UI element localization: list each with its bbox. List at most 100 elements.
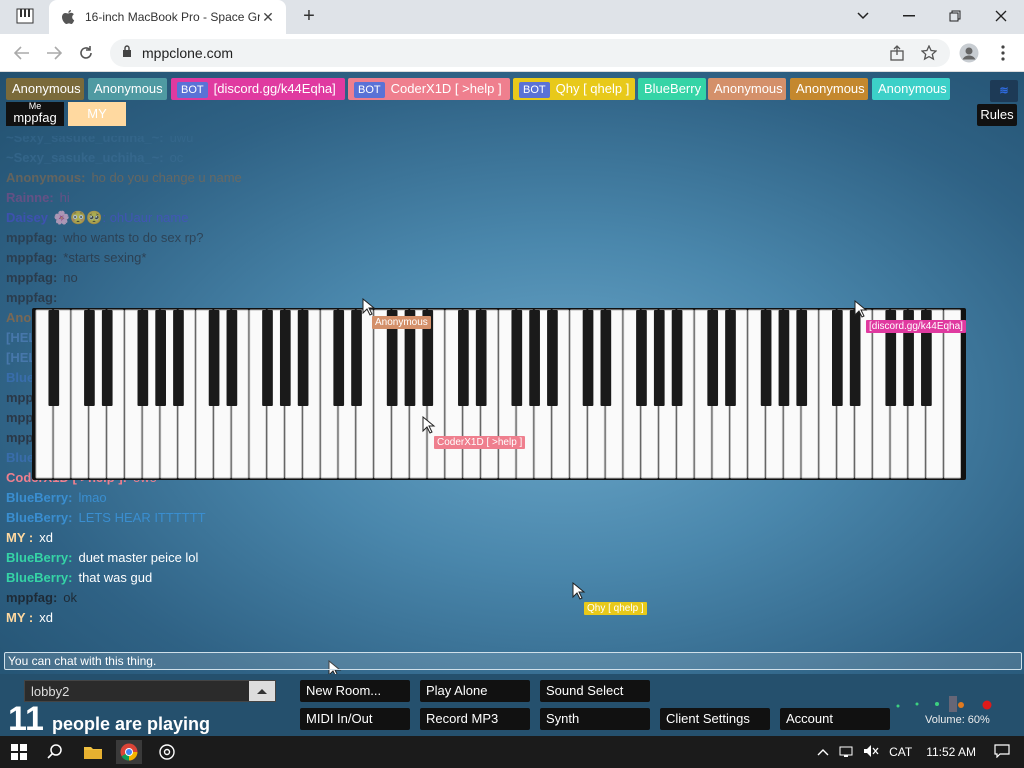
user-badge[interactable]: Anonymous — [708, 78, 786, 100]
user-badge[interactable]: BOT Qhy [ qhelp ] — [513, 78, 635, 100]
profile-avatar-icon[interactable] — [958, 42, 980, 64]
tab-search-chevron-icon[interactable] — [848, 4, 878, 28]
chat-author[interactable]: mppfag: — [6, 250, 57, 265]
chat-author[interactable]: Anonymous: — [6, 170, 85, 185]
sound-select-button[interactable]: Sound Select — [540, 680, 650, 702]
black-key[interactable] — [333, 310, 345, 406]
room-select[interactable]: lobby2 — [24, 680, 276, 702]
black-key[interactable] — [600, 310, 612, 406]
white-key[interactable] — [943, 309, 962, 479]
user-badge[interactable]: Anonymous — [872, 78, 950, 100]
tab-close-icon[interactable]: ✕ — [260, 9, 276, 25]
user-badge[interactable]: Anonymous — [790, 78, 868, 100]
black-key[interactable] — [511, 310, 523, 406]
black-key[interactable] — [582, 310, 594, 406]
close-window-icon[interactable] — [986, 4, 1016, 28]
file-explorer-icon[interactable] — [80, 740, 106, 764]
browser-tab[interactable]: 16-inch MacBook Pro - Space Gr ✕ — [49, 0, 286, 34]
chrome-icon[interactable] — [116, 740, 142, 764]
sb-logo-icon[interactable]: ≋ — [990, 80, 1018, 102]
account-button[interactable]: Account — [780, 708, 890, 730]
chat-author[interactable]: mppfag: — [6, 590, 57, 605]
url-field[interactable]: mppclone.com — [110, 39, 950, 67]
black-key[interactable] — [760, 310, 772, 406]
black-key[interactable] — [725, 310, 736, 406]
black-key[interactable] — [529, 310, 540, 406]
windows-start-icon[interactable] — [6, 740, 32, 764]
volume-handle[interactable] — [949, 696, 957, 712]
chat-author[interactable]: mppfag: — [6, 270, 57, 285]
chat-author[interactable]: mppfag: — [6, 290, 57, 305]
black-key[interactable] — [137, 310, 149, 406]
black-key[interactable] — [778, 310, 790, 406]
chat-author[interactable]: ~Sexy_sasuke_uchiha_~: — [6, 150, 164, 165]
restore-icon[interactable] — [940, 4, 970, 28]
client-settings-button[interactable]: Client Settings — [660, 708, 770, 730]
black-key[interactable] — [475, 310, 487, 406]
forward-icon[interactable] — [42, 41, 66, 65]
chat-author[interactable]: ~Sexy_sasuke_uchiha_~: — [6, 136, 164, 145]
speaker-muted-icon[interactable] — [863, 744, 879, 761]
black-key[interactable] — [101, 310, 113, 406]
rules-button[interactable]: Rules — [977, 104, 1017, 126]
chevron-up-icon[interactable] — [817, 745, 829, 759]
black-key[interactable] — [84, 310, 95, 406]
user-badge[interactable]: BOT CoderX1D [ >help ] — [348, 78, 510, 100]
black-key[interactable] — [458, 310, 469, 406]
clock[interactable]: 11:52 AM — [926, 745, 976, 759]
chat-author[interactable]: Rainne: — [6, 190, 54, 205]
black-key[interactable] — [547, 310, 558, 406]
user-badge[interactable]: BlueBerry — [638, 78, 706, 100]
language-indicator[interactable]: CAT — [889, 745, 912, 759]
reload-icon[interactable] — [74, 41, 98, 65]
black-key[interactable] — [849, 310, 861, 406]
black-key[interactable] — [707, 310, 719, 406]
chat-author[interactable]: BlueBerry: — [6, 570, 72, 585]
black-key[interactable] — [671, 310, 683, 406]
black-key[interactable] — [653, 310, 665, 406]
chat-input[interactable]: You can chat with this thing. — [4, 652, 1022, 670]
new-tab-button[interactable]: + — [298, 6, 320, 28]
notification-icon[interactable] — [994, 743, 1010, 761]
piano-keyboard[interactable] — [32, 308, 966, 480]
menu-dots-icon[interactable] — [992, 42, 1014, 64]
black-key[interactable] — [796, 310, 808, 406]
black-key[interactable] — [297, 310, 309, 406]
black-key[interactable] — [279, 310, 291, 406]
black-key[interactable] — [262, 310, 273, 406]
black-key[interactable] — [351, 310, 362, 406]
chat-author[interactable]: BlueBerry: — [6, 550, 72, 565]
share-icon[interactable] — [886, 42, 908, 64]
lock-icon[interactable] — [122, 45, 132, 61]
black-key[interactable] — [173, 310, 184, 406]
midi-button[interactable]: MIDI In/Out — [300, 708, 410, 730]
new-room-button[interactable]: New Room... — [300, 680, 410, 702]
back-icon[interactable] — [10, 41, 34, 65]
user-badge[interactable]: Anonymous — [88, 78, 167, 100]
chat-author[interactable]: BlueBerry: — [6, 510, 72, 525]
bookmark-star-icon[interactable] — [918, 42, 940, 64]
user-badge[interactable]: BOT [discord.gg/k44Eqha] — [171, 78, 345, 100]
black-key[interactable] — [155, 310, 166, 406]
black-key[interactable] — [48, 310, 60, 406]
search-icon[interactable] — [42, 740, 68, 764]
network-icon[interactable] — [839, 744, 855, 761]
chat-author[interactable]: BlueBerry: — [6, 490, 72, 505]
black-key[interactable] — [226, 310, 238, 406]
black-key[interactable] — [832, 310, 843, 406]
record-mp3-button[interactable]: Record MP3 — [420, 708, 530, 730]
chat-author[interactable]: MY : — [6, 610, 33, 625]
piano-keys[interactable] — [32, 308, 966, 480]
volume-slider[interactable] — [895, 696, 1005, 712]
chevron-up-icon[interactable] — [249, 681, 275, 701]
tab-search-icon[interactable] — [14, 6, 36, 26]
user-badge-my[interactable]: MY — [68, 102, 126, 126]
black-key[interactable] — [208, 310, 220, 406]
my-user-badge[interactable]: Me mppfag — [6, 102, 64, 126]
black-key[interactable] — [636, 310, 647, 406]
chat-author[interactable]: Daisey — [6, 210, 48, 225]
play-alone-button[interactable]: Play Alone — [420, 680, 530, 702]
chat-author[interactable]: mppfag: — [6, 230, 57, 245]
chat-author[interactable]: MY : — [6, 530, 33, 545]
settings-icon[interactable] — [154, 740, 180, 764]
